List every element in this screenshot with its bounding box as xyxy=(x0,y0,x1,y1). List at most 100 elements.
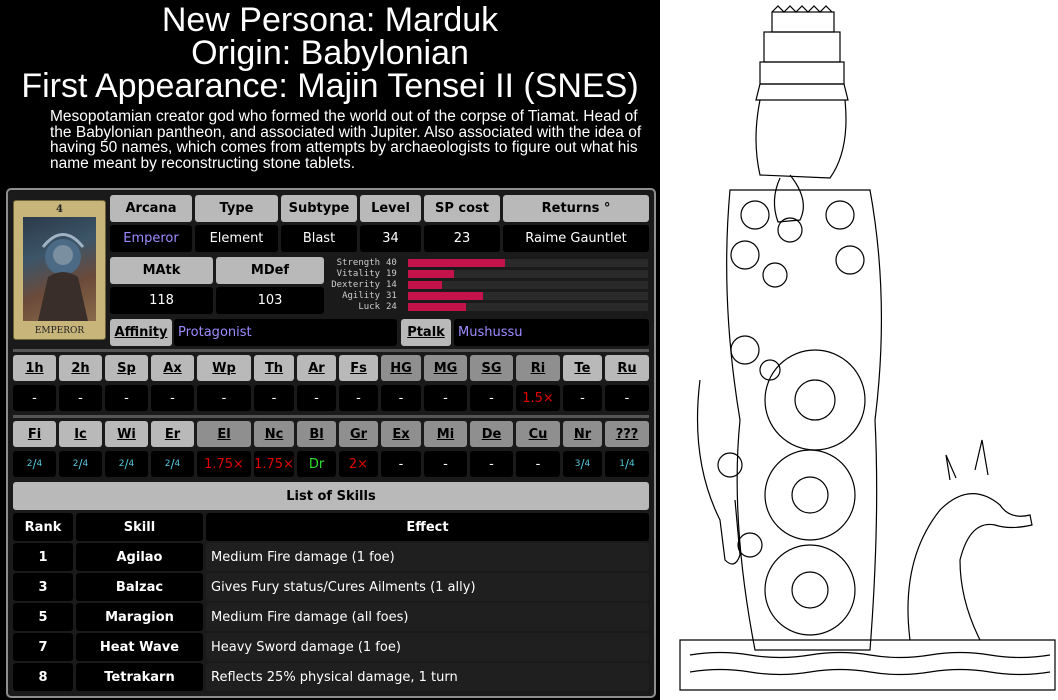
stat-name: Luck xyxy=(358,301,380,312)
stat-name: Vitality xyxy=(336,268,380,279)
resist-header-ex[interactable]: Ex xyxy=(381,421,421,447)
resist-value: - xyxy=(470,385,513,411)
returns-value: Raime Gauntlet xyxy=(503,225,649,252)
affinity-label[interactable]: Affinity xyxy=(110,319,172,346)
resist-value: - xyxy=(470,451,513,477)
stat-value: 31 xyxy=(386,290,397,301)
resist-header-fi[interactable]: Fi xyxy=(13,421,56,447)
stat-value: 40 xyxy=(386,257,397,268)
resist-value: - xyxy=(424,385,467,411)
resist-header-gr[interactable]: Gr xyxy=(339,421,378,447)
resist-value: - xyxy=(151,385,194,411)
skills-title: List of Skills xyxy=(13,482,649,510)
affinity-link[interactable]: Protagonist xyxy=(174,319,397,346)
resist-header-wp[interactable]: Wp xyxy=(197,355,251,381)
fraction-denominator: 4 xyxy=(629,459,635,469)
page-title: New Persona: Marduk xyxy=(161,1,499,39)
skill-rank: 3 xyxy=(13,573,73,601)
resist-value: 2× xyxy=(339,451,378,477)
skill-name[interactable]: Maragion xyxy=(76,603,203,631)
resist-header-hg[interactable]: HG xyxy=(381,355,421,381)
resist-value: 1.5× xyxy=(516,385,560,411)
resist-header-ax[interactable]: Ax xyxy=(151,355,194,381)
origin-line: Origin: Babylonian xyxy=(191,34,469,72)
header-arcana: Arcana xyxy=(110,195,192,222)
resist-value: Dr xyxy=(297,451,336,477)
first-appearance-line: First Appearance: Majin Tensei II (SNES) xyxy=(21,67,639,105)
resist-header-de[interactable]: De xyxy=(470,421,513,447)
resist-header-th[interactable]: Th xyxy=(254,355,294,381)
ptalk-label[interactable]: Ptalk xyxy=(401,319,451,346)
resist-header-1h[interactable]: 1h xyxy=(13,355,56,381)
stat-bar-track xyxy=(408,258,648,267)
skill-rank: 8 xyxy=(13,663,73,691)
resist-header-er[interactable]: Er xyxy=(151,421,194,447)
resist-header-mg[interactable]: MG xyxy=(424,355,467,381)
ptalk-link[interactable]: Mushussu xyxy=(454,319,649,346)
resist-header-sp[interactable]: Sp xyxy=(105,355,148,381)
skill-effect: Heavy Sword damage (1 foe) xyxy=(206,633,649,661)
resist-value: - xyxy=(297,385,336,411)
resist-value: - xyxy=(105,385,148,411)
resist-header-ru[interactable]: Ru xyxy=(605,355,649,381)
resist-header-ic[interactable]: Ic xyxy=(59,421,102,447)
skill-effect: Reflects 25% physical damage, 1 turn xyxy=(206,663,649,691)
resist-value: - xyxy=(605,385,649,411)
stat-row-dexterity: Dexterity 14 xyxy=(330,279,648,290)
resist-value: - xyxy=(254,385,294,411)
skill-name[interactable]: Balzac xyxy=(76,573,203,601)
header-type: Type xyxy=(195,195,278,222)
resist-value: 2/4 xyxy=(105,451,148,477)
skills-header-effect: Effect xyxy=(206,513,649,541)
marduk-relief-illustration xyxy=(660,0,1058,700)
matk-value: 118 xyxy=(110,287,213,314)
resist-header-nr[interactable]: Nr xyxy=(563,421,602,447)
resist-header-te[interactable]: Te xyxy=(563,355,602,381)
resist-header-unknownunknownunknown[interactable]: ??? xyxy=(605,421,649,447)
header-subtype: Subtype xyxy=(281,195,357,222)
resist-header-fs[interactable]: Fs xyxy=(339,355,378,381)
description: Mesopotamian creator god who formed the … xyxy=(50,108,642,173)
skill-effect: Medium Fire damage (1 foe) xyxy=(206,543,649,571)
resist-header-sg[interactable]: SG xyxy=(470,355,513,381)
stat-bar-track xyxy=(408,280,648,289)
resist-value: - xyxy=(197,385,251,411)
resist-header-cu[interactable]: Cu xyxy=(516,421,560,447)
resist-value: 3/4 xyxy=(563,451,602,477)
resist-header-el[interactable]: El xyxy=(197,421,251,447)
sp-cost-value: 23 xyxy=(424,225,500,252)
stat-bar-fill xyxy=(408,280,442,289)
tarot-card-image: 4 EMPEROR xyxy=(13,200,106,340)
arcana-link[interactable]: Emperor xyxy=(110,225,192,252)
resist-header-mi[interactable]: Mi xyxy=(424,421,467,447)
persona-info-panel: New Persona: Marduk Origin: Babylonian F… xyxy=(0,0,660,700)
skill-name[interactable]: Heat Wave xyxy=(76,633,203,661)
resist-value: - xyxy=(59,385,102,411)
type-value: Element xyxy=(195,225,278,252)
resist-value: - xyxy=(381,385,421,411)
skill-rank: 7 xyxy=(13,633,73,661)
resist-header-ar[interactable]: Ar xyxy=(297,355,336,381)
resist-value: 2/4 xyxy=(59,451,102,477)
resist-header-wi[interactable]: Wi xyxy=(105,421,148,447)
skill-name[interactable]: Tetrakarn xyxy=(76,663,203,691)
stat-bar-track xyxy=(408,302,648,311)
fraction-denominator: 4 xyxy=(174,459,181,469)
stat-bar-fill xyxy=(408,269,455,278)
mdef-value: 103 xyxy=(216,287,324,314)
skill-name[interactable]: Agilao xyxy=(76,543,203,571)
resist-header-2h[interactable]: 2h xyxy=(59,355,102,381)
resist-header-ri[interactable]: Ri xyxy=(516,355,560,381)
resist-value: 2/4 xyxy=(151,451,194,477)
stat-row-vitality: Vitality 19 xyxy=(330,268,648,279)
stat-value: 14 xyxy=(386,279,397,290)
fraction-denominator: 4 xyxy=(128,459,135,469)
resist-header-bl[interactable]: Bl xyxy=(297,421,336,447)
resist-header-nc[interactable]: Nc xyxy=(254,421,294,447)
resist-value: 1/4 xyxy=(605,451,649,477)
title-block: New Persona: Marduk Origin: Babylonian F… xyxy=(0,1,660,105)
stat-name: Strength xyxy=(336,257,380,268)
stat-row-luck: Luck 24 xyxy=(330,301,648,312)
skill-effect: Medium Fire damage (all foes) xyxy=(206,603,649,631)
stat-bar-track xyxy=(408,269,648,278)
